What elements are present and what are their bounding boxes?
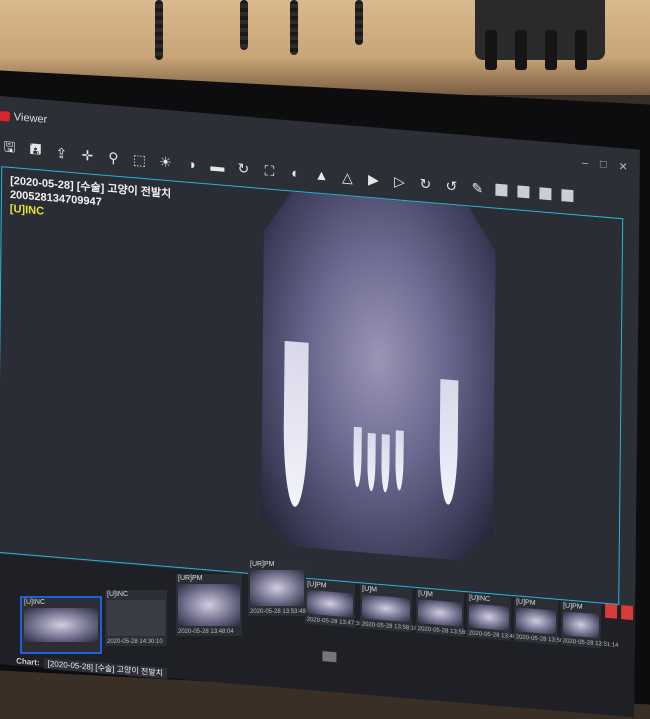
rotate-cw-icon[interactable]: ↻ [415,173,435,195]
thumbnail[interactable]: [U]M 2020-05-28 13:58:18 [359,584,418,633]
thumbnail-label: [U]PM [307,580,327,590]
contrast-icon[interactable]: ◑ [181,153,201,175]
device-box [475,0,605,70]
thumbnail[interactable]: [U]INC 2020-05-28 13:48:27 [466,593,525,641]
xray-incisor [395,430,404,491]
thumbnail-image [515,607,557,635]
brightness-icon[interactable]: ☀ [155,151,175,173]
window-title: Viewer [13,111,48,126]
thumbnail[interactable]: [UR]PM 2020-05-28 13:48:04 [176,574,242,636]
thumbnail-timestamp: 2020-05-28 13:58:32 [417,626,474,637]
image-viewport[interactable]: [2020-05-28] [수술] 고양이 전발치 20052813470994… [0,166,624,605]
invert-icon[interactable]: ◐ [285,162,305,184]
thumbnail[interactable]: [U]PM 2020-05-28 13:47:38 [304,579,363,628]
thumbnail[interactable]: [UR]PM 2020-05-28 13:53:48 [248,560,306,616]
thumbnail-image [107,600,165,636]
thumbnail-label: [UR]PM [250,561,275,568]
thumbnail[interactable]: [U]INC 2020-05-28 14:30:10 [105,590,167,646]
plug [575,30,587,70]
fit-icon[interactable]: ⛶ [259,160,279,182]
xray-canine [439,379,458,505]
layout-2x2-icon[interactable] [561,189,574,203]
cable [290,0,298,55]
save-as-icon[interactable]: 🖪 [25,140,45,162]
thumbnail-timestamp: 2020-05-28 13:47:38 [306,616,363,628]
thumbnail-timestamp: 2020-05-28 13:48:04 [178,629,234,635]
cable [155,0,163,60]
layout-1x1-icon[interactable] [495,183,508,197]
thumbnail-image [178,584,240,626]
xray-image[interactable] [261,189,497,563]
zoom-icon[interactable]: ⚲ [103,147,123,169]
window-level-icon[interactable]: ▬ [207,155,227,177]
thumbnail-label: [U]INC [107,591,128,598]
thumbnail-label: [U]PM [563,602,583,611]
rotate-ccw-icon[interactable]: ↺ [441,175,461,197]
chart-label: Chart: [16,656,40,668]
thumbnail-label: [UR]PM [178,575,203,582]
flip-vertical-icon[interactable]: ▶ [363,169,383,191]
cable [355,0,363,45]
thumbnail-image [24,608,98,642]
flip-left-icon[interactable]: ▲ [311,164,331,186]
xray-incisor [367,433,376,492]
thumbnail[interactable]: [U]M 2020-05-28 13:58:32 [415,588,474,637]
thumbnail[interactable]: [U]PM 2020-05-28 13:50:04 [513,597,572,645]
thumbnail-timestamp: 2020-05-28 13:53:48 [250,609,306,615]
move-icon[interactable]: ✛ [77,145,97,167]
plug [545,30,557,70]
zoom-window-icon[interactable]: ⬚ [129,149,149,171]
layout-2x1-icon[interactable] [539,187,552,201]
thumbnail-timestamp: 2020-05-28 14:30:10 [107,639,163,645]
thumbnail-image [417,599,463,627]
pdf-icon[interactable] [621,605,634,621]
thumbnail-label: [U]PM [516,598,536,607]
thumbnail-label: [U]M [362,585,377,594]
rotate-free-icon[interactable]: ↻ [233,158,253,180]
strip-scroll-button[interactable] [322,651,337,663]
cable [240,0,248,50]
minimize-button[interactable]: – [582,157,588,171]
app-icon [0,110,10,122]
thumbnail-image [250,570,304,606]
flip-right-icon[interactable]: △ [337,166,357,188]
maximize-button[interactable]: □ [600,158,607,172]
xray-incisor [353,427,362,488]
export-icon[interactable]: ⇪ [51,142,71,164]
xray-canine [283,341,309,508]
flip-horizontal-icon[interactable]: ▷ [389,171,409,193]
thumbnail-timestamp: 2020-05-28 13:58:18 [361,621,418,633]
thumbnail-image [562,611,600,639]
pdf-icon[interactable] [605,603,618,619]
annotation-icon[interactable]: ✎ [467,177,487,199]
plug [515,30,527,70]
save-icon[interactable]: 🖫 [0,138,20,160]
thumbnail[interactable]: [U]PM 2020-05-28 13:51:14 [560,601,619,649]
layout-1x2-icon[interactable] [517,185,530,199]
plug [485,30,497,70]
thumbnail-label: [U]M [418,590,433,599]
thumbnail-selected[interactable]: [U]INC [20,596,102,654]
thumbnail-image [468,603,510,631]
side-icon-panel [603,602,640,665]
thumbnail-label: [U]INC [469,594,491,604]
thumbnail-image [306,589,354,618]
thumbnail-image [361,594,411,623]
window-controls: – □ ✕ [582,157,628,174]
thumbnail-label: [U]INC [24,599,45,606]
image-overlay-info: [2020-05-28] [수술] 고양이 전발치 20052813470994… [10,174,171,229]
close-button[interactable]: ✕ [618,160,627,174]
xray-incisor [381,434,390,493]
chart-field: Chart: [2020-05-28] [수술] 고양이 전발치 [16,655,168,680]
